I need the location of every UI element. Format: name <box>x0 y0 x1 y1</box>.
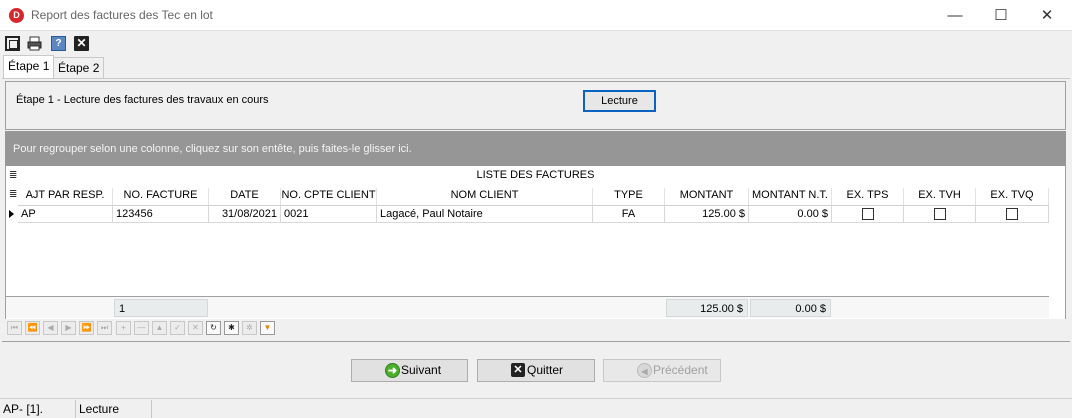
ex-tvh-checkbox[interactable] <box>933 207 946 220</box>
nav-refresh-icon[interactable]: ↻ <box>206 321 221 335</box>
table-cell[interactable]: 125.00 $ <box>665 206 749 223</box>
tab-etape-1[interactable]: Étape 1 <box>3 55 55 78</box>
close-icon[interactable]: ✕ <box>74 36 89 51</box>
ex-tvh-checkbox-cell <box>904 206 976 223</box>
table-cell[interactable]: 0021 <box>281 206 377 223</box>
nav-cancel-icon[interactable]: ✕ <box>188 321 203 335</box>
status-separator <box>75 400 76 418</box>
print-icon[interactable] <box>27 36 42 51</box>
column-header-ajt-par-resp[interactable]: AJT PAR RESP. <box>18 188 113 205</box>
footer-count: 1 <box>114 299 208 317</box>
column-header-date[interactable]: DATE <box>209 188 281 205</box>
lecture-button[interactable]: Lecture <box>583 90 656 112</box>
ex-tvq-checkbox[interactable] <box>1006 207 1018 220</box>
nav-goto-bookmark-icon[interactable]: ✲ <box>242 321 257 335</box>
panel-divider <box>2 341 1070 342</box>
maximize-button[interactable]: ☐ <box>978 0 1024 31</box>
tab-divider <box>2 78 1070 79</box>
group-by-panel[interactable]: Pour regrouper selon une colonne, clique… <box>5 131 1066 166</box>
status-user: AP- [1]. <box>3 402 44 416</box>
column-chooser-icon[interactable]: ≣ <box>9 189 17 200</box>
column-header-ex-tvh[interactable]: EX. TVH <box>904 188 976 205</box>
column-header-no-cpte-client[interactable]: NO. CPTE CLIENT <box>281 188 377 205</box>
minimize-button[interactable]: — <box>932 0 978 31</box>
close-icon: ✕ <box>511 363 525 377</box>
nav-delete-icon[interactable]: — <box>134 321 149 335</box>
tab-etape-2[interactable]: Étape 2 <box>53 57 105 78</box>
suivant-label: Suivant <box>401 363 442 377</box>
nav-prev-icon[interactable]: ◀ <box>43 321 58 335</box>
frame-icon[interactable] <box>5 36 20 51</box>
nav-post-icon[interactable]: ✓ <box>170 321 185 335</box>
arrow-left-icon: ◀ <box>637 363 652 378</box>
column-header-ex-tvq[interactable]: EX. TVQ <box>976 188 1049 205</box>
nav-prev-page-icon[interactable]: ⏪ <box>25 321 40 335</box>
table-cell[interactable]: FA <box>593 206 665 223</box>
step-label: Étape 1 - Lecture des factures des trava… <box>16 94 269 106</box>
nav-next-page-icon[interactable]: ⏩ <box>79 321 94 335</box>
nav-edit-icon[interactable]: ▲ <box>152 321 167 335</box>
column-header-montant-nt[interactable]: MONTANT N.T. <box>749 188 832 205</box>
table-cell[interactable]: 123456 <box>113 206 209 223</box>
status-separator <box>151 400 152 418</box>
column-header-nom-client[interactable]: NOM CLIENT <box>377 188 593 205</box>
quitter-button[interactable]: ✕ Quitter <box>477 359 595 382</box>
status-mode: Lecture <box>79 402 120 416</box>
precedent-label: Précédent <box>653 363 708 377</box>
nav-next-icon[interactable]: ▶ <box>61 321 76 335</box>
footer-montant-total: 125.00 $ <box>666 299 748 317</box>
nav-filter-icon[interactable]: ▼ <box>260 321 275 335</box>
table-cell[interactable]: 0.00 $ <box>749 206 832 223</box>
nav-first-icon[interactable]: ⏮ <box>7 321 22 335</box>
table-cell[interactable]: 31/08/2021 <box>209 206 281 223</box>
column-header-no-facture[interactable]: NO. FACTURE <box>113 188 209 205</box>
nav-bookmark-icon[interactable]: ✱ <box>224 321 239 335</box>
table-cell[interactable]: AP <box>18 206 113 223</box>
help-icon[interactable]: ? <box>51 36 66 51</box>
nav-last-icon[interactable]: ⏭ <box>97 321 112 335</box>
grid-title: LISTE DES FACTURES <box>476 169 595 181</box>
column-header-ex-tps[interactable]: EX. TPS <box>832 188 904 205</box>
current-row-indicator-icon <box>9 210 14 218</box>
status-bar <box>0 398 1072 418</box>
column-header-type[interactable]: TYPE <box>593 188 665 205</box>
ex-tvq-checkbox-cell <box>976 206 1049 223</box>
suivant-button[interactable]: ➜ Suivant <box>351 359 468 382</box>
quitter-label: Quitter <box>527 363 564 377</box>
nav-append-icon[interactable]: + <box>116 321 131 335</box>
precedent-button[interactable]: ◀ Précédent <box>603 359 721 382</box>
arrow-right-icon: ➜ <box>385 363 400 378</box>
close-window-button[interactable]: ✕ <box>1024 0 1070 31</box>
table-cell[interactable]: Lagacé, Paul Notaire <box>377 206 593 223</box>
ex-tps-checkbox-cell <box>832 206 904 223</box>
ex-tps-checkbox[interactable] <box>861 207 874 220</box>
footer-montant-nt-total: 0.00 $ <box>750 299 831 317</box>
app-logo-icon: D <box>9 8 24 23</box>
column-header-montant[interactable]: MONTANT <box>665 188 749 205</box>
window-title: Report des factures des Tec en lot <box>31 8 213 22</box>
